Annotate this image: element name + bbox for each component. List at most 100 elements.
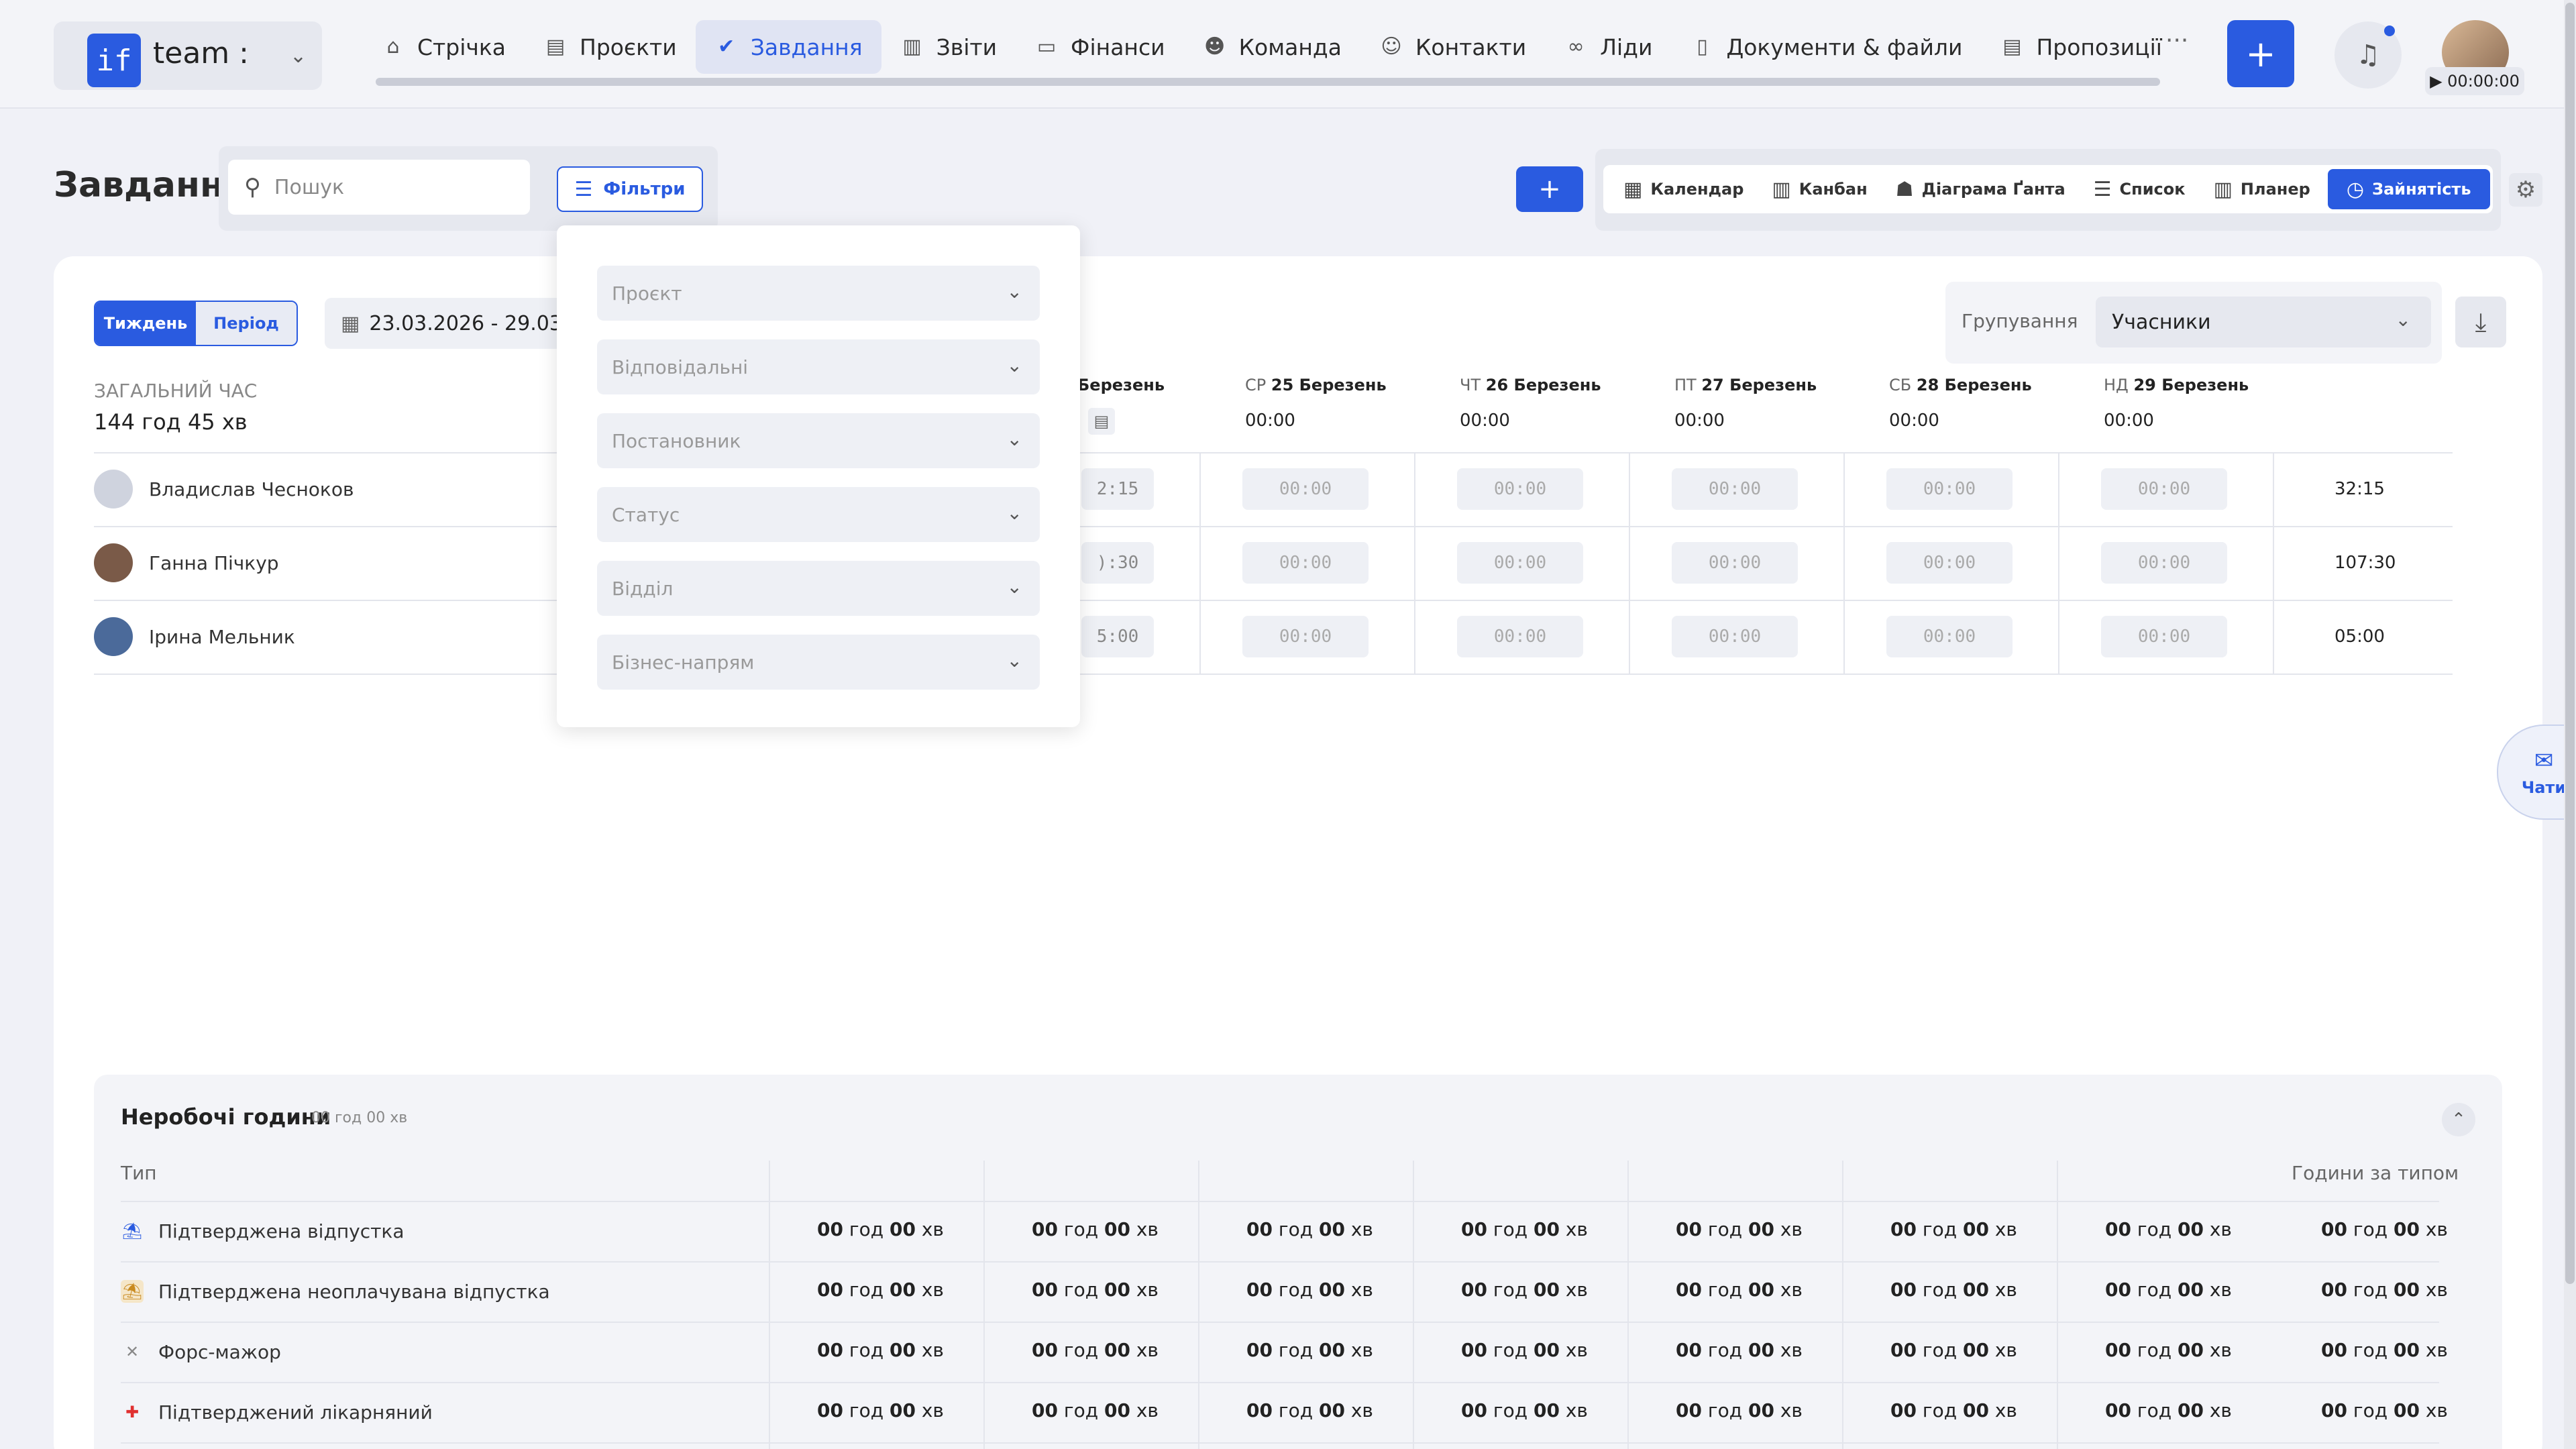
page-title: Завдання <box>54 165 247 205</box>
beach-unpaid-icon: ⛱ <box>121 1280 144 1303</box>
hours-unit: год <box>1707 1399 1743 1421</box>
nav-item-6[interactable]: ☺ Контакти <box>1360 20 1545 74</box>
settings-gear-icon[interactable]: ⚙ <box>2509 173 2542 207</box>
minutes-value: 00 <box>1533 1339 1560 1361</box>
nav-item-5[interactable]: ☻ Команда <box>1184 20 1360 74</box>
time-cell[interactable]: 00:00 <box>1672 468 1798 510</box>
minutes-value: 00 <box>1104 1399 1130 1421</box>
note-icon[interactable]: ▤ <box>1088 408 1115 435</box>
collapse-chevron-icon[interactable]: ⌃ <box>2442 1103 2475 1136</box>
day-header: СР 25 Березень <box>1245 376 1387 394</box>
minutes-unit: хв <box>2425 1279 2448 1301</box>
time-cell[interactable]: 00:00 <box>1672 616 1798 657</box>
nav-scrollbar[interactable] <box>376 78 2160 86</box>
view-tab-2[interactable]: ☗ Діаграма Ґанта <box>1885 169 2076 209</box>
time-cell[interactable]: 00:00 <box>1242 468 1368 510</box>
nav-item-1[interactable]: ▤ Проєкти <box>525 20 696 74</box>
filters-button[interactable]: ☰ Фільтри <box>557 166 703 212</box>
nav-item-0[interactable]: ⌂ Стрічка <box>362 20 525 74</box>
filter-select[interactable]: Бізнес-напрям ⌄ <box>597 635 1040 690</box>
grouping-select[interactable]: Учасники ⌄ <box>2096 297 2431 347</box>
nav-item-9[interactable]: ▤ Пропозиції <box>1981 20 2181 74</box>
filter-select[interactable]: Постановник ⌄ <box>597 413 1040 468</box>
view-tab-3[interactable]: ☰ Список <box>2083 169 2196 209</box>
nonwork-hours: 00 год 00 хв <box>1032 1279 1159 1301</box>
download-icon[interactable]: ⤓ <box>2455 297 2506 347</box>
minutes-value: 00 <box>1104 1218 1130 1240</box>
nonwork-row: ✚ Підтверджений лікарняний <box>121 1382 433 1442</box>
hours-unit: год <box>849 1279 884 1301</box>
time-cell[interactable]: 00:00 <box>1672 542 1798 584</box>
hours-value: 00 <box>1890 1339 1917 1361</box>
column-divider <box>983 1161 985 1449</box>
view-tab-0[interactable]: ▦ Календар <box>1613 169 1754 209</box>
minutes-value: 00 <box>1104 1339 1130 1361</box>
minutes-unit: хв <box>2425 1339 2448 1361</box>
nav-item-label: Ліди <box>1600 34 1653 60</box>
time-cell[interactable]: 00:00 <box>1886 542 2012 584</box>
filter-select[interactable]: Статус ⌄ <box>597 487 1040 542</box>
nav-item-8[interactable]: ▯ Документи & файли <box>1671 20 1981 74</box>
filter-select[interactable]: Проєкт ⌄ <box>597 266 1040 321</box>
scrollbar-thumb[interactable] <box>2565 3 2575 1284</box>
nav-item-2[interactable]: ✔ Завдання <box>695 20 881 74</box>
hours-unit: год <box>1063 1399 1099 1421</box>
add-task-button[interactable]: + <box>1516 166 1583 212</box>
time-cell[interactable]: 5:00 <box>1081 616 1154 657</box>
filter-label: Відповідальні <box>612 356 749 378</box>
time-cell[interactable]: 00:00 <box>1242 542 1368 584</box>
nonwork-hours: 00 год 00 хв <box>1890 1339 2017 1361</box>
nonwork-hours: 00 год 00 хв <box>1676 1218 1803 1240</box>
nonwork-hours: 00 год 00 хв <box>2321 1399 2448 1421</box>
search-filter-bar: ⚲ Пошук ☰ Фільтри <box>219 146 718 231</box>
time-cell[interactable]: 00:00 <box>1457 542 1583 584</box>
nonwork-hours: 00 год 00 хв <box>1461 1279 1588 1301</box>
filter-label: Бізнес-напрям <box>612 651 755 674</box>
column-divider <box>769 1161 770 1449</box>
time-cell[interactable]: 00:00 <box>2101 468 2227 510</box>
nav-item-label: Пропозиції <box>2036 34 2162 60</box>
time-cell[interactable]: 00:00 <box>1242 616 1368 657</box>
medical-cross-icon: ✚ <box>125 1403 140 1421</box>
minutes-value: 00 <box>1318 1399 1345 1421</box>
date-range-picker[interactable]: ▦ 23.03.2026 - 29.03.2026 <box>325 298 580 349</box>
nav-item-3[interactable]: ▥ Звіти <box>881 20 1016 74</box>
person-row: Владислав Чесноков <box>94 452 354 526</box>
document-icon: ▤ <box>545 35 566 58</box>
total-time-label: ЗАГАЛЬНИЙ ЧАС <box>94 380 258 402</box>
column-divider <box>1414 452 1415 674</box>
minutes-unit: хв <box>1994 1339 2017 1361</box>
minutes-value: 00 <box>1748 1218 1774 1240</box>
time-cell[interactable]: ):30 <box>1081 542 1154 584</box>
column-divider <box>2058 452 2059 674</box>
time-cell[interactable]: 00:00 <box>1886 616 2012 657</box>
search-input[interactable]: ⚲ Пошук <box>228 160 530 215</box>
hours-value: 00 <box>2321 1218 2347 1240</box>
view-tab-5[interactable]: ◷ Зайнятість <box>2327 169 2490 209</box>
time-cell[interactable]: 00:00 <box>1457 468 1583 510</box>
hours-unit: год <box>1707 1218 1743 1240</box>
filter-select[interactable]: Відповідальні ⌄ <box>597 339 1040 394</box>
nav-item-label: Проєкти <box>580 34 677 60</box>
nav-item-7[interactable]: ∞ Ліди <box>1545 20 1671 74</box>
nonwork-hours: 00 год 00 хв <box>1246 1399 1373 1421</box>
time-cell[interactable]: 00:00 <box>2101 542 2227 584</box>
time-cell[interactable]: 2:15 <box>1081 468 1154 510</box>
week-toggle[interactable]: Тиждень <box>95 302 196 345</box>
filter-select[interactable]: Відділ ⌄ <box>597 561 1040 616</box>
nonwork-hours: 00 год 00 хв <box>817 1279 944 1301</box>
time-cell[interactable]: 00:00 <box>1886 468 2012 510</box>
chat-bubble-icon: ✉ <box>2534 747 2554 774</box>
nav-item-4[interactable]: ▭ Фінанси <box>1016 20 1184 74</box>
nonwork-hours: 00 год 00 хв <box>1246 1339 1373 1361</box>
time-tracker[interactable]: ▶ 00:00:00 <box>2425 67 2524 95</box>
global-add-button[interactable]: + <box>2227 20 2294 87</box>
view-tab-4[interactable]: ▥ Планер <box>2203 169 2321 209</box>
view-tab-1[interactable]: ▥ Канбан <box>1761 169 1878 209</box>
workspace-switcher[interactable]: if team : ⌄ <box>54 21 322 90</box>
hours-value: 00 <box>1676 1399 1702 1421</box>
time-cell[interactable]: 00:00 <box>2101 616 2227 657</box>
time-cell[interactable]: 00:00 <box>1457 616 1583 657</box>
period-toggle-option[interactable]: Період <box>196 302 297 345</box>
more-icon[interactable]: ··· <box>2165 27 2188 54</box>
